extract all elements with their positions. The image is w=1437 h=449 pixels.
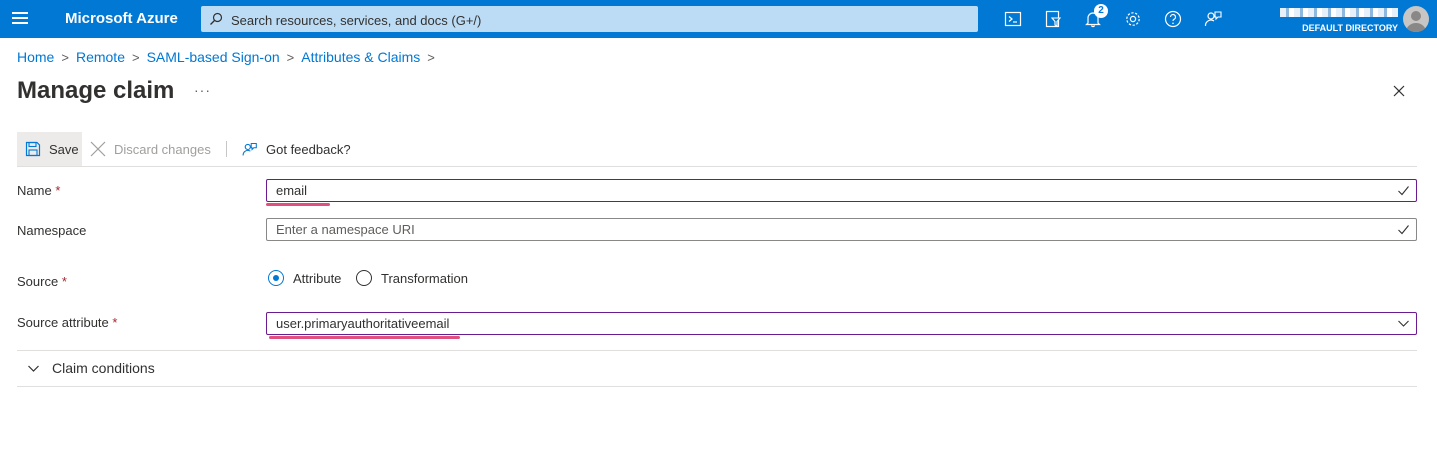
radio-circle[interactable]	[356, 270, 372, 286]
save-button[interactable]: Save	[17, 132, 82, 166]
save-icon	[25, 141, 41, 157]
check-icon	[1398, 186, 1409, 196]
search-box[interactable]	[201, 6, 978, 34]
highlight-underline	[269, 336, 460, 339]
radio-attribute-label: Attribute	[293, 270, 342, 286]
chevron-right-icon: >	[427, 50, 435, 65]
feedback-label: Got feedback?	[266, 141, 351, 157]
menu-icon[interactable]	[10, 9, 30, 29]
section-divider	[17, 386, 1417, 387]
check-icon	[1398, 225, 1409, 235]
page-title: Manage claim	[17, 77, 175, 104]
account-name-blurred	[1280, 8, 1398, 17]
section-divider	[17, 350, 1417, 351]
discard-changes-button[interactable]: Discard changes	[90, 132, 211, 166]
name-label-text: Name	[17, 183, 52, 198]
chevron-down-icon	[28, 365, 39, 372]
directory-filter-icon[interactable]	[1043, 9, 1063, 29]
close-icon[interactable]	[1391, 83, 1407, 99]
breadcrumb-saml-sign-on[interactable]: SAML-based Sign-on	[147, 49, 280, 65]
command-bar: Save Discard changes Got feedback?	[17, 132, 1417, 167]
name-label: Name *	[17, 183, 60, 198]
discard-icon	[90, 141, 106, 157]
search-icon	[210, 12, 223, 25]
radio-transformation-label: Transformation	[381, 270, 468, 286]
source-label-text: Source	[17, 274, 59, 289]
radio-transformation[interactable]: Transformation	[356, 269, 468, 287]
feedback-button[interactable]: Got feedback?	[241, 132, 351, 166]
gear-icon[interactable]	[1123, 9, 1143, 29]
discard-label: Discard changes	[114, 141, 211, 157]
more-options-icon[interactable]: ···	[194, 82, 211, 98]
namespace-field[interactable]	[266, 218, 1417, 241]
help-icon[interactable]	[1163, 9, 1183, 29]
chevron-down-icon	[1398, 320, 1409, 327]
radio-attribute[interactable]: Attribute	[268, 269, 341, 287]
breadcrumb-remote[interactable]: Remote	[76, 49, 125, 65]
required-marker: *	[112, 315, 118, 330]
top-bar: Microsoft Azure 2 DEFAULT DIRECTORY	[0, 0, 1437, 38]
search-input[interactable]	[229, 6, 973, 34]
save-label: Save	[49, 141, 79, 157]
toolbar-divider	[226, 141, 227, 157]
namespace-input[interactable]	[276, 219, 1386, 240]
name-input[interactable]	[276, 180, 1386, 201]
chevron-right-icon: >	[286, 50, 295, 65]
breadcrumb-attributes-claims[interactable]: Attributes & Claims	[301, 49, 420, 65]
feedback-person-icon	[242, 142, 257, 156]
source-attribute-label: Source attribute *	[17, 315, 117, 330]
required-marker: *	[61, 274, 67, 289]
source-attribute-value[interactable]	[276, 313, 1386, 334]
chevron-right-icon: >	[61, 50, 69, 65]
breadcrumb: Home > Remote > SAML-based Sign-on > Attribute…	[17, 49, 442, 65]
source-attribute-label-text: Source attribute	[17, 315, 109, 330]
feedback-icon[interactable]	[1203, 9, 1223, 29]
avatar[interactable]	[1403, 6, 1429, 32]
directory-name: DEFAULT DIRECTORY	[1302, 23, 1398, 33]
cloud-shell-icon[interactable]	[1003, 9, 1023, 29]
radio-circle-selected[interactable]	[268, 270, 284, 286]
notification-badge: 2	[1094, 4, 1108, 18]
breadcrumb-home[interactable]: Home	[17, 49, 54, 65]
required-marker: *	[55, 183, 61, 198]
account-menu[interactable]: DEFAULT DIRECTORY	[1250, 6, 1400, 34]
source-attribute-dropdown[interactable]	[266, 312, 1417, 335]
claim-conditions-toggle[interactable]: Claim conditions	[17, 358, 155, 378]
highlight-underline	[266, 203, 330, 206]
namespace-label: Namespace	[17, 223, 87, 238]
user-icon	[1406, 11, 1426, 32]
name-field[interactable]	[266, 179, 1417, 202]
source-label: Source *	[17, 274, 67, 289]
chevron-right-icon: >	[131, 50, 140, 65]
brand-name[interactable]: Microsoft Azure	[65, 10, 178, 27]
claim-conditions-label: Claim conditions	[52, 360, 155, 376]
